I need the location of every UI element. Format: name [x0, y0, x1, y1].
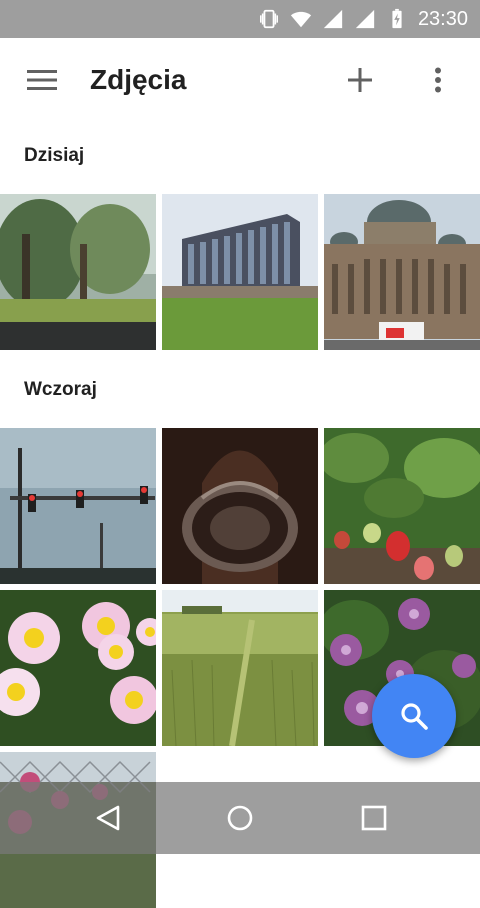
- search-button[interactable]: [372, 674, 456, 758]
- cell-signal-icon: [323, 9, 343, 29]
- traffic-lights-photo[interactable]: [0, 428, 156, 584]
- vibrate-icon: [259, 9, 278, 29]
- trees-park-photo[interactable]: [0, 194, 156, 350]
- wifi-icon: [290, 11, 312, 28]
- wheat-field-photo[interactable]: [162, 590, 318, 746]
- add-icon: [348, 68, 372, 92]
- clock-photo[interactable]: [162, 428, 318, 584]
- strawberries-photo[interactable]: [324, 428, 480, 584]
- section-header-yesterday: Wczoraj: [24, 379, 97, 400]
- home-icon: [227, 805, 253, 831]
- back-button[interactable]: [88, 798, 128, 838]
- search-icon: [401, 703, 428, 730]
- app-bar: Zdjęcia: [0, 38, 480, 122]
- recents-icon: [361, 805, 387, 831]
- page-title: Zdjęcia: [90, 64, 187, 95]
- daisies-photo[interactable]: [0, 590, 156, 746]
- back-icon: [96, 805, 120, 831]
- add-button[interactable]: [340, 60, 380, 100]
- domed-building-photo[interactable]: [324, 194, 480, 350]
- battery-charging-icon: [392, 8, 402, 29]
- cell-signal-icon: [355, 9, 375, 29]
- more-options-button[interactable]: [418, 60, 458, 100]
- section-header-today: Dzisiaj: [24, 145, 85, 166]
- status-time: 23:30: [417, 8, 468, 30]
- hamburger-menu-icon: [27, 70, 57, 90]
- status-icons: 23:30: [258, 0, 468, 38]
- apartment-building-photo[interactable]: [162, 194, 318, 350]
- navigation-bar: [0, 782, 480, 854]
- recents-button[interactable]: [354, 798, 394, 838]
- more-vert-icon: [435, 67, 441, 93]
- menu-button[interactable]: [22, 60, 62, 100]
- status-bar: 23:30: [0, 0, 480, 38]
- home-button[interactable]: [220, 798, 260, 838]
